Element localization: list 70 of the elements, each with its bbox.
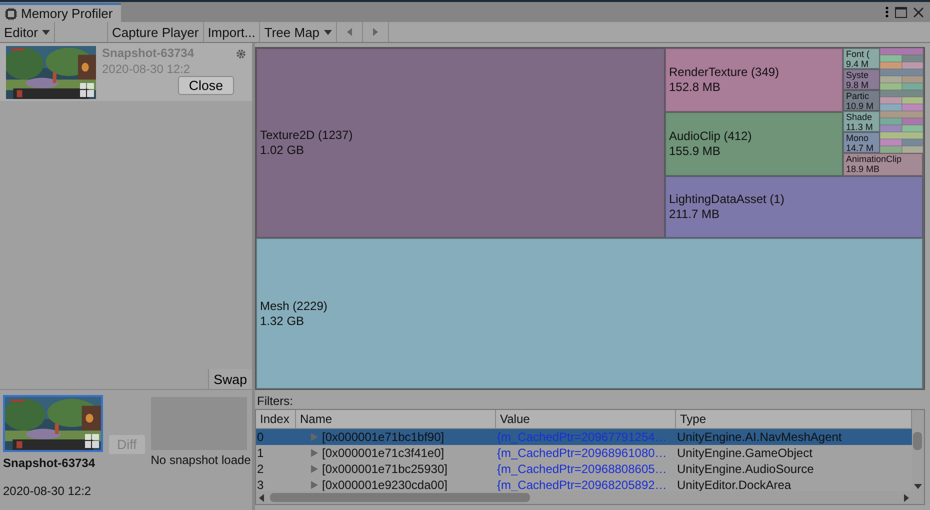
window-title: Memory Profiler xyxy=(21,6,113,21)
cell-label: Syste xyxy=(846,70,870,80)
cell-label: Texture2D (1237) xyxy=(260,128,354,143)
chip-icon xyxy=(4,6,18,20)
cell-size: 9.8 M xyxy=(846,80,870,90)
cell-size: 10.9 M xyxy=(846,101,875,111)
cell-label: LightingDataAsset (1) xyxy=(669,192,786,207)
treemap-cell[interactable]: Texture2D (1237) 1.02 GB xyxy=(256,48,665,238)
cell-size: 155.9 MB xyxy=(669,144,722,159)
cell-label: AnimationClip xyxy=(846,154,903,164)
left-arrow-icon[interactable] xyxy=(259,494,264,502)
treemap-cell[interactable]: Shade 11.3 M xyxy=(843,111,880,132)
table-cell: [0x000001e71bc25930] xyxy=(322,461,448,477)
swap-button[interactable]: Swap xyxy=(208,369,252,389)
window-tab[interactable]: Memory Profiler xyxy=(0,3,121,22)
column-header[interactable]: Value xyxy=(496,410,676,429)
left-arrow-icon xyxy=(346,28,352,36)
snapshot-date: 2020-08-30 12:2 xyxy=(3,484,92,498)
cell-size: 18.9 MB xyxy=(846,164,881,174)
column-header[interactable]: Name xyxy=(296,410,496,429)
cell-size: 1.32 GB xyxy=(260,314,306,328)
caret-icon xyxy=(42,30,50,34)
maximize-icon[interactable] xyxy=(895,6,907,18)
close-button[interactable]: Close xyxy=(178,76,234,95)
cell-label: Mono xyxy=(846,133,870,143)
cell-label: AudioClip (412) xyxy=(669,129,753,144)
treemap-cell[interactable]: AnimationClip 18.9 MB xyxy=(843,153,923,176)
more-icon[interactable] xyxy=(885,6,889,18)
four-squares-icon xyxy=(85,434,99,448)
column-header[interactable]: Type xyxy=(676,410,912,429)
treemap-cell[interactable]: LightingDataAsset (1) 211.7 MB xyxy=(665,176,923,238)
small-cells-drawing[interactable] xyxy=(880,48,923,153)
down-arrow-icon[interactable] xyxy=(914,484,922,489)
cell-size: 211.7 MB xyxy=(669,207,720,222)
table-cell: [0x000001e71c3f41e0] xyxy=(322,445,444,461)
close-icon[interactable] xyxy=(913,6,924,18)
filters-label: Filters: xyxy=(256,394,294,409)
table-cell-text: UnityEngine.GameObject xyxy=(676,445,814,461)
table-cell: UnityEngine.AI.NavMeshAgent xyxy=(676,429,912,445)
four-squares-icon xyxy=(80,83,94,97)
right-arrow-icon[interactable] xyxy=(904,494,909,502)
treemap-cell[interactable]: Syste 9.8 M xyxy=(843,69,880,90)
cell-label: Partic xyxy=(846,91,870,101)
treemap-cell[interactable]: Mono 14.7 M xyxy=(843,132,880,153)
caret-icon xyxy=(324,30,332,34)
cell-label: RenderTexture (349) xyxy=(669,65,780,80)
cell-label: Font ( xyxy=(846,49,871,59)
treemap-cell[interactable]: RenderTexture (349) 152.8 MB xyxy=(665,48,843,112)
table-cell-text: UnityEngine.AudioSource xyxy=(676,461,815,477)
table-cell-text: 2 xyxy=(256,461,265,477)
cell-label: Mesh (2229) xyxy=(260,298,328,314)
treemap-cell[interactable]: AudioClip (412) 155.9 MB xyxy=(665,112,843,176)
cell-size: 1.02 GB xyxy=(260,143,306,158)
treemap-cell[interactable]: Partic 10.9 M xyxy=(843,90,880,111)
table-cell-text: 1 xyxy=(256,445,265,461)
settings-icon[interactable] xyxy=(236,49,246,59)
right-arrow-icon xyxy=(372,28,378,36)
snapshot-name: Snapshot-63734 xyxy=(3,456,96,470)
table-cell: 0 xyxy=(256,429,296,445)
table-cell-text: 3 xyxy=(256,477,265,491)
cell-size: 9.4 M xyxy=(846,59,870,69)
cell-size: 14.7 M xyxy=(846,143,875,153)
treemap-cell[interactable]: Font ( 9.4 M xyxy=(843,48,880,69)
column-header[interactable]: Index xyxy=(256,410,296,429)
cell-size: 11.3 M xyxy=(846,122,874,132)
cell-size: 152.8 MB xyxy=(669,80,722,95)
empty-snapshot-label: No snapshot loade xyxy=(150,453,249,467)
cell-label: Shade xyxy=(846,112,874,122)
table-cell: [0x000001e71bc1bf90] xyxy=(322,429,444,445)
treemap-cell[interactable]: Mesh (2229) 1.32 GB xyxy=(256,238,923,389)
